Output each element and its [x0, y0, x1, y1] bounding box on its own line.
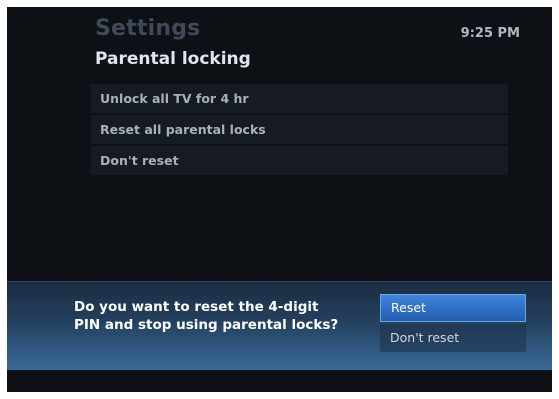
parental-locking-menu: Unlock all TV for 4 hr Reset all parenta…	[91, 84, 508, 177]
dialog-question-line-2: PIN and stop using parental locks?	[74, 317, 339, 333]
menu-item-reset-all-parental-locks[interactable]: Reset all parental locks	[91, 115, 508, 144]
menu-item-unlock-all-tv[interactable]: Unlock all TV for 4 hr	[91, 84, 508, 113]
tv-screen: Settings 9:25 PM Parental locking Unlock…	[7, 7, 552, 392]
page-title: Parental locking	[95, 49, 251, 69]
clock: 9:25 PM	[460, 26, 520, 41]
app-title: Settings	[95, 16, 201, 41]
dialog-options: Reset Don't reset	[380, 294, 526, 352]
confirm-dialog: Do you want to reset the 4-digit PIN and…	[7, 281, 552, 370]
dont-reset-button[interactable]: Don't reset	[380, 324, 526, 352]
dialog-question-line-1: Do you want to reset the 4-digit	[74, 299, 319, 315]
menu-item-dont-reset[interactable]: Don't reset	[91, 146, 508, 175]
dialog-question: Do you want to reset the 4-digit PIN and…	[74, 298, 374, 334]
bottom-band	[7, 370, 552, 392]
reset-button[interactable]: Reset	[380, 294, 526, 322]
